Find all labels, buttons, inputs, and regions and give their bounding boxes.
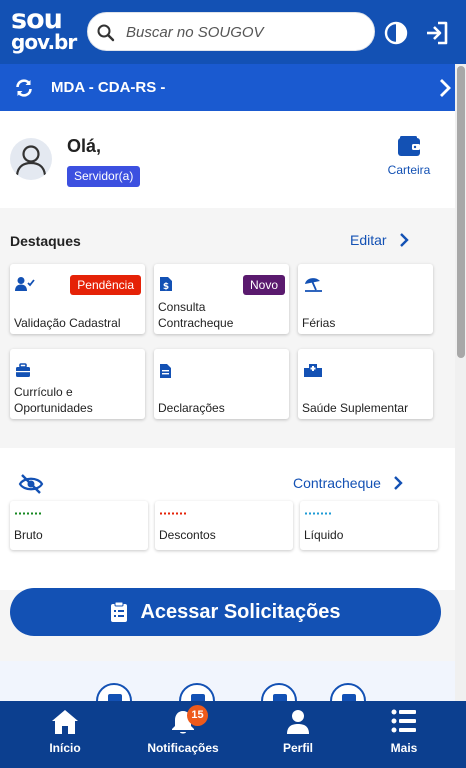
- card-label: Validação Cadastral: [14, 316, 121, 330]
- paycard-liquido[interactable]: Líquido: [300, 501, 438, 550]
- quick-links-section: [0, 661, 455, 701]
- bottom-navigation: Início Notificações 15 Perfil Mais: [0, 701, 466, 768]
- quick-link-help-icon[interactable]: [330, 683, 366, 701]
- login-icon[interactable]: [424, 20, 450, 46]
- edit-label: Editar: [350, 232, 387, 248]
- highlights-title: Destaques: [10, 233, 81, 249]
- hidden-value-dots: [305, 512, 333, 515]
- card-label: Declarações: [158, 401, 225, 415]
- role-badge: Servidor(a): [67, 166, 141, 187]
- chevron-right-icon[interactable]: [439, 78, 451, 98]
- paycard-bruto[interactable]: Bruto: [10, 501, 148, 550]
- wallet-label: Carteira: [387, 163, 431, 177]
- profile-section: Olá, Servidor(a) Carteira: [0, 111, 455, 208]
- menu-icon: [391, 709, 416, 733]
- card-saude-suplementar[interactable]: Saúde Suplementar: [298, 349, 433, 419]
- beach-umbrella-icon: [305, 278, 322, 292]
- hospital-icon: [304, 364, 322, 377]
- chevron-right-icon: [399, 233, 409, 247]
- nav-perfil[interactable]: Perfil: [258, 701, 338, 768]
- pending-tag: Pendência: [70, 275, 141, 295]
- svg-text:$: $: [163, 282, 169, 292]
- card-label: Consulta Contracheque: [158, 300, 234, 330]
- nav-label: Notificações: [147, 741, 219, 755]
- scrollbar-thumb[interactable]: [457, 66, 465, 358]
- user-icon: [287, 710, 309, 734]
- quick-link-calendar-icon[interactable]: [261, 683, 297, 701]
- document-icon: [160, 364, 171, 378]
- hidden-value-dots: [15, 512, 43, 515]
- nav-label: Início: [49, 741, 81, 755]
- notification-count-badge: 15: [187, 705, 208, 726]
- card-curriculo[interactable]: Currículo e Oportunidades: [10, 349, 145, 419]
- card-consulta-contracheque[interactable]: $ Novo Consulta Contracheque: [154, 264, 289, 334]
- access-requests-button[interactable]: Acessar Solicitações: [10, 588, 441, 636]
- access-requests-label: Acessar Solicitações: [140, 600, 341, 623]
- nav-label: Perfil: [282, 741, 313, 755]
- app-header: sou gov.br: [0, 0, 466, 64]
- quick-link-briefcase-icon[interactable]: [96, 683, 132, 701]
- clipboard-icon: [111, 601, 128, 622]
- new-tag: Novo: [242, 275, 285, 295]
- card-label: Saúde Suplementar: [302, 401, 409, 415]
- paycard-label: Bruto: [14, 528, 43, 542]
- search-input[interactable]: [126, 20, 366, 44]
- home-icon: [52, 710, 78, 734]
- quick-link-medical-icon[interactable]: [179, 683, 215, 701]
- wallet-button[interactable]: Carteira: [386, 135, 432, 177]
- user-check-icon: [15, 277, 35, 291]
- contrast-icon[interactable]: [384, 21, 408, 45]
- search-bar[interactable]: [87, 12, 375, 51]
- nav-notificacoes[interactable]: Notificações: [143, 701, 223, 768]
- user-avatar-icon: [15, 145, 47, 176]
- nav-mais[interactable]: Mais: [364, 701, 444, 768]
- document-dollar-icon: $: [160, 277, 172, 292]
- card-label: Currículo e Oportunidades: [14, 385, 93, 415]
- nav-inicio[interactable]: Início: [25, 701, 105, 768]
- avatar[interactable]: [10, 138, 52, 180]
- chevron-right-icon: [394, 476, 403, 490]
- logo-line2: gov.br: [11, 30, 77, 54]
- eye-slash-icon[interactable]: [18, 473, 44, 495]
- greeting: Olá,: [67, 136, 102, 156]
- card-validacao-cadastral[interactable]: Pendência Validação Cadastral: [10, 264, 145, 334]
- briefcase-icon: [16, 363, 30, 377]
- edit-highlights-link[interactable]: Editar: [350, 232, 409, 248]
- card-label: Férias: [302, 316, 336, 330]
- search-icon: [97, 24, 115, 42]
- organization-bar[interactable]: MDA - CDA-RS -: [0, 64, 455, 111]
- nav-label: Mais: [390, 741, 418, 755]
- paycard-label: Descontos: [159, 528, 216, 542]
- card-declaracoes[interactable]: Declarações: [154, 349, 289, 419]
- card-ferias[interactable]: Férias: [298, 264, 433, 334]
- sync-icon[interactable]: [14, 78, 34, 98]
- paycheck-link[interactable]: Contracheque: [293, 475, 403, 491]
- sougov-logo[interactable]: sou gov.br: [11, 4, 77, 60]
- paycard-descontos[interactable]: Descontos: [155, 501, 293, 550]
- hidden-value-dots: [160, 512, 188, 515]
- logo-line1: sou: [11, 4, 63, 35]
- organization-name: MDA - CDA-RS -: [51, 79, 166, 96]
- paycard-label: Líquido: [304, 528, 344, 542]
- paycheck-link-label: Contracheque: [293, 475, 381, 491]
- wallet-icon: [398, 136, 420, 156]
